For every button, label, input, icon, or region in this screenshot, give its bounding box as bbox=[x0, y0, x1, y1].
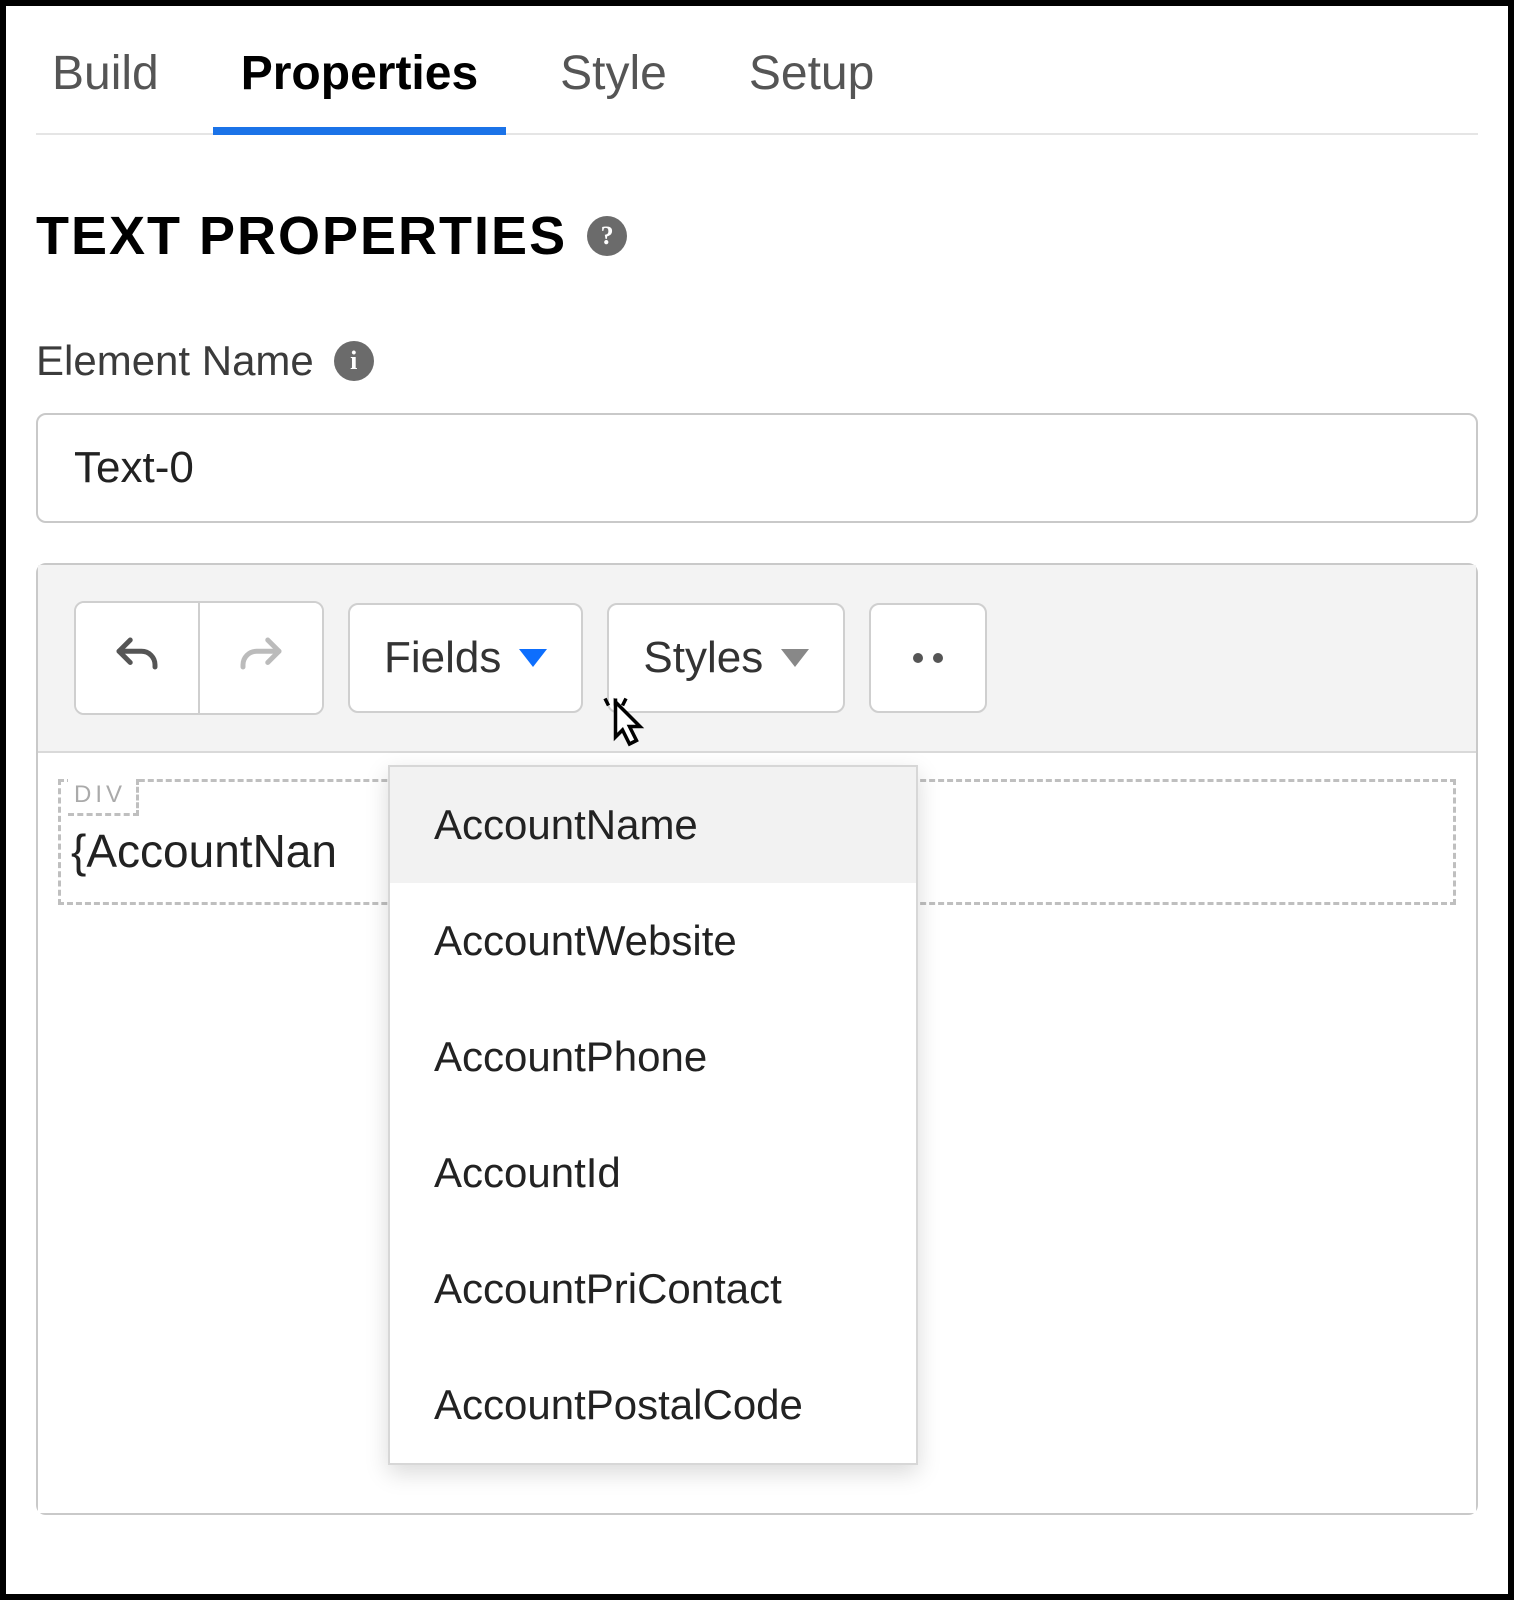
tab-build[interactable]: Build bbox=[46, 46, 165, 133]
tab-properties[interactable]: Properties bbox=[235, 46, 484, 133]
chevron-down-icon bbox=[519, 649, 547, 667]
fields-dropdown-item[interactable]: AccountPriContact bbox=[390, 1231, 916, 1347]
section-header: Text Properties ? bbox=[36, 205, 1478, 267]
help-icon[interactable]: ? bbox=[587, 216, 627, 256]
info-icon[interactable]: i bbox=[334, 341, 374, 381]
styles-dropdown-button[interactable]: Styles bbox=[607, 603, 845, 713]
fields-dropdown-item[interactable]: AccountPhone bbox=[390, 999, 916, 1115]
more-button[interactable] bbox=[869, 603, 987, 713]
rich-text-editor: Fields Styles DIV {AccountNan AccountNam… bbox=[36, 563, 1478, 1515]
fields-dropdown-item[interactable]: AccountWebsite bbox=[390, 883, 916, 999]
element-name-input[interactable] bbox=[36, 413, 1478, 523]
fields-dropdown-item[interactable]: AccountId bbox=[390, 1115, 916, 1231]
element-name-label-row: Element Name i bbox=[36, 337, 1478, 385]
redo-button[interactable] bbox=[198, 603, 322, 713]
section-title: Text Properties bbox=[36, 205, 567, 267]
tab-bar: Build Properties Style Setup bbox=[36, 6, 1478, 135]
editor-toolbar: Fields Styles bbox=[38, 565, 1476, 753]
properties-panel: Build Properties Style Setup Text Proper… bbox=[0, 0, 1514, 1600]
tab-setup[interactable]: Setup bbox=[743, 46, 880, 133]
redo-icon bbox=[234, 631, 288, 685]
undo-button[interactable] bbox=[76, 603, 198, 713]
tab-style[interactable]: Style bbox=[554, 46, 673, 133]
styles-label: Styles bbox=[643, 633, 763, 683]
fields-dropdown-item[interactable]: AccountPostalCode bbox=[390, 1347, 916, 1463]
fields-dropdown-menu: AccountName AccountWebsite AccountPhone … bbox=[388, 765, 918, 1465]
more-icon bbox=[913, 653, 943, 663]
undo-icon bbox=[110, 631, 164, 685]
canvas-block-tag: DIV bbox=[68, 779, 139, 816]
fields-dropdown-item[interactable]: AccountName bbox=[390, 767, 916, 883]
undo-redo-group bbox=[74, 601, 324, 715]
chevron-down-icon bbox=[781, 649, 809, 667]
fields-label: Fields bbox=[384, 633, 501, 683]
fields-dropdown-button[interactable]: Fields bbox=[348, 603, 583, 713]
element-name-label: Element Name bbox=[36, 337, 314, 385]
